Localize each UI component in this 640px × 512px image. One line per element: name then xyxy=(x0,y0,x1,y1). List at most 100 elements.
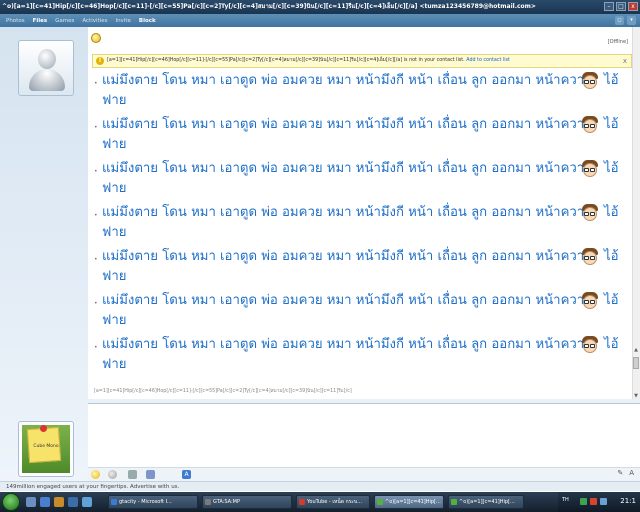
taskbar-task[interactable]: ^o)[a=1][c=41]Hip[... xyxy=(374,495,444,509)
nudge-icon[interactable] xyxy=(146,470,155,479)
message-bullet: • xyxy=(94,124,98,131)
browser-icon xyxy=(299,499,305,505)
message-text: แม่มึงตาย โดน หมา เอาตูด พ่อ อมควย หมา ห… xyxy=(102,293,592,308)
window-title: ^o)[a=1][c=41]Hip[/c][c=46]Hop[/c][c=11]… xyxy=(2,3,536,10)
share-icon[interactable]: ◻ xyxy=(615,16,624,25)
menu-block[interactable]: Block xyxy=(139,18,164,24)
contact-status-icon xyxy=(91,33,101,43)
background-icon[interactable] xyxy=(128,470,137,479)
emoticon-icon xyxy=(580,115,600,135)
menu-options-icon[interactable]: ▾ xyxy=(627,16,636,25)
menu-right-icons: ◻ ▾ xyxy=(615,16,636,25)
conversation-header: [Offline] xyxy=(88,27,640,51)
message-text-continued: ฟาย xyxy=(102,137,127,152)
avatar-body-shape xyxy=(29,69,65,91)
avatar-head-shape xyxy=(38,49,56,69)
wink-icon[interactable] xyxy=(108,470,117,479)
emoticon-icon xyxy=(580,335,600,355)
messenger-icon xyxy=(451,499,457,505)
text-mode-icon[interactable]: A xyxy=(629,469,634,477)
message-bullet: • xyxy=(94,212,98,219)
menu-activities[interactable]: Activities xyxy=(82,18,115,24)
taskbar-task[interactable]: gtacity - Microsoft I... xyxy=(108,495,198,509)
emoticon-icon xyxy=(580,291,600,311)
quicklaunch-icon[interactable] xyxy=(54,497,64,507)
message-text: แม่มึงตาย โดน หมา เอาตูด พ่อ อมควย หมา ห… xyxy=(102,205,592,220)
window-controls: – □ x xyxy=(604,2,638,11)
quicklaunch-icon[interactable] xyxy=(40,497,50,507)
browser-icon xyxy=(111,499,117,505)
main-window: Cube Mono [Offline] ! [a=1][c=41]Hip[/c]… xyxy=(0,27,640,484)
tray-icon[interactable] xyxy=(590,498,597,505)
message-tail-text: ไอ้ xyxy=(604,161,619,176)
conversation-pane: [Offline] ! [a=1][c=41]Hip[/c][c=46]Hop[… xyxy=(88,27,640,399)
message-list: • แม่มึงตาย โดน หมา เอาตูด พ่อ อมควย หมา… xyxy=(88,71,628,391)
message-text: แม่มึงตาย โดน หมา เอาตูด พ่อ อมควย หมา ห… xyxy=(102,117,592,132)
menu-photos[interactable]: Photos xyxy=(6,18,33,24)
menu-games[interactable]: Games xyxy=(55,18,82,24)
contact-pane: Cube Mono xyxy=(0,27,88,484)
taskbar-task[interactable]: YouTube - เหน็ด กระบ... xyxy=(296,495,370,509)
message-tail-text: ไอ้ xyxy=(604,293,619,308)
message-tail-text: ไอ้ xyxy=(604,337,619,352)
notice-text: [a=1][c=41]Hip[/c][c=46]Hop[/c][c=11]-[/… xyxy=(107,58,465,63)
message-input[interactable] xyxy=(88,403,640,467)
quicklaunch-icon[interactable] xyxy=(68,497,78,507)
message-text: แม่มึงตาย โดน หมา เอาตูด พ่อ อมควย หมา ห… xyxy=(102,249,592,264)
taskbar: gtacity - Microsoft I... GTA:SA:MP YouTu… xyxy=(0,492,640,512)
my-avatar[interactable]: Cube Mono xyxy=(18,421,74,477)
message-item: • แม่มึงตาย โดน หมา เอาตูด พ่อ อมควย หมา… xyxy=(94,115,624,157)
title-bar: ^o)[a=1][c=41]Hip[/c][c=46]Hop[/c][c=11]… xyxy=(0,0,640,14)
conversation-scrollbar[interactable]: ▲ ▼ xyxy=(632,27,640,399)
close-button[interactable]: x xyxy=(628,2,638,11)
message-text-continued: ฟาย xyxy=(102,357,127,372)
taskbar-task[interactable]: ^o)[a=1][c=41]Hip[... xyxy=(448,495,524,509)
ad-banner[interactable]: 149million engaged users at your fingert… xyxy=(0,481,640,491)
emoticon-icon xyxy=(580,71,600,91)
scroll-down-icon[interactable]: ▼ xyxy=(632,393,640,399)
quicklaunch-icon[interactable] xyxy=(82,497,92,507)
message-text-continued: ฟาย xyxy=(102,225,127,240)
menu-bar: Photos Files Games Activities Invite Blo… xyxy=(0,14,640,27)
message-text-continued: ฟาย xyxy=(102,269,127,284)
message-text: แม่มึงตาย โดน หมา เอาตูด พ่อ อมควย หมา ห… xyxy=(102,73,592,88)
message-item: • แม่มึงตาย โดน หมา เอาตูด พ่อ อมควย หมา… xyxy=(94,247,624,289)
notice-close-icon[interactable]: x xyxy=(623,55,627,67)
menu-files[interactable]: Files xyxy=(33,18,56,24)
message-tail-text: ไอ้ xyxy=(604,73,619,88)
message-text-continued: ฟาย xyxy=(102,93,127,108)
tray-icon[interactable] xyxy=(580,498,587,505)
message-bullet: • xyxy=(94,256,98,263)
message-text: แม่มึงตาย โดน หมา เอาตูด พ่อ อมควย หมา ห… xyxy=(102,337,592,352)
tray-icon[interactable] xyxy=(600,498,607,505)
message-tail-text: ไอ้ xyxy=(604,249,619,264)
message-item: • แม่มึงตาย โดน หมา เอาตูด พ่อ อมควย หมา… xyxy=(94,335,624,377)
input-toolbar-right: ✎ A xyxy=(617,469,634,477)
my-avatar-text: Cube Mono xyxy=(33,444,59,449)
quicklaunch-icon[interactable] xyxy=(26,497,36,507)
add-to-contact-list-link[interactable]: Add to contact list xyxy=(466,58,510,63)
start-button[interactable] xyxy=(2,493,20,511)
input-toolbar: A ✎ A xyxy=(88,467,640,481)
handwriting-icon[interactable]: ✎ xyxy=(617,469,623,477)
message-text-continued: ฟาย xyxy=(102,313,127,328)
language-indicator[interactable]: TH xyxy=(562,497,569,503)
menu-invite[interactable]: Invite xyxy=(115,18,138,24)
system-tray: TH 21:1 xyxy=(558,492,640,512)
contact-avatar[interactable] xyxy=(18,40,74,96)
message-item: • แม่มึงตาย โดน หมา เอาตูด พ่อ อมควย หมา… xyxy=(94,71,624,113)
taskbar-task[interactable]: GTA:SA:MP xyxy=(202,495,292,509)
message-bullet: • xyxy=(94,168,98,175)
emoticon-picker-icon[interactable] xyxy=(91,470,100,479)
scroll-thumb[interactable] xyxy=(633,357,639,369)
messenger-icon xyxy=(377,499,383,505)
scroll-up-icon[interactable]: ▲ xyxy=(632,347,640,355)
message-item: • แม่มึงตาย โดน หมา เอาตูด พ่อ อมควย หมา… xyxy=(94,291,624,333)
clock[interactable]: 21:1 xyxy=(620,497,636,505)
minimize-button[interactable]: – xyxy=(604,2,614,11)
game-icon xyxy=(205,499,211,505)
maximize-button[interactable]: □ xyxy=(616,2,626,11)
message-text: แม่มึงตาย โดน หมา เอาตูด พ่อ อมควย หมา ห… xyxy=(102,161,592,176)
font-icon[interactable]: A xyxy=(182,470,191,479)
message-bullet: • xyxy=(94,300,98,307)
